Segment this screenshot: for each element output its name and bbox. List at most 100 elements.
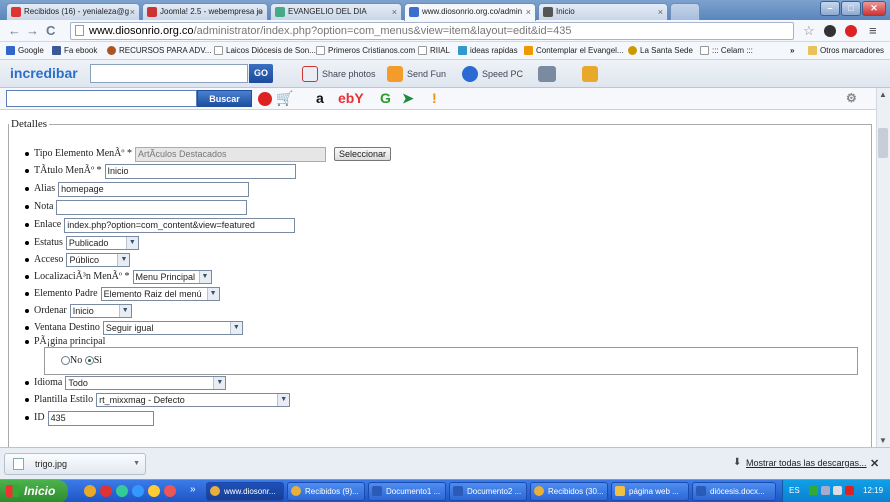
maximize-button[interactable]: □ <box>841 1 861 16</box>
scroll-up-icon[interactable]: ▲ <box>879 90 887 99</box>
alert-icon[interactable]: ! <box>432 91 437 106</box>
extension-icon[interactable] <box>845 25 857 37</box>
bookmarks-more[interactable]: » <box>790 42 794 59</box>
new-tab-button[interactable] <box>670 3 700 20</box>
task-pagina-web[interactable]: página web ... <box>611 482 689 501</box>
share-photos-button[interactable]: Share photos <box>302 66 376 82</box>
ordenar-select[interactable]: Inicio ▼ <box>69 304 132 318</box>
tray-icon[interactable] <box>845 486 854 495</box>
plantilla-select[interactable]: rt_mixxmag - Defecto ▼ <box>96 393 291 407</box>
localizacion-select[interactable]: Menu Principal ▼ <box>132 270 212 284</box>
bookmark-santa-sede[interactable]: La Santa Sede <box>628 42 693 59</box>
task-diocesis-docx[interactable]: diócesis.docx... <box>692 482 776 501</box>
google-icon[interactable]: G <box>380 91 391 106</box>
tab-joomla[interactable]: Joomla! 2.5 - webempresa jo × <box>142 3 268 20</box>
address-bar[interactable]: www.diosonrio.org.co/administrator/index… <box>70 22 794 40</box>
tray-icon[interactable] <box>809 486 818 495</box>
close-icon[interactable]: × <box>526 4 531 20</box>
tab-evangelio[interactable]: EVANGELIO DEL DIA × <box>270 3 402 20</box>
close-icon[interactable]: × <box>658 4 663 20</box>
bookmark-riial[interactable]: RIIAL <box>418 42 450 59</box>
task-documento1[interactable]: Documento1 ... <box>368 482 446 501</box>
tray-icon[interactable] <box>821 486 830 495</box>
minimize-button[interactable]: – <box>820 1 840 16</box>
close-icon[interactable]: × <box>130 4 135 20</box>
task-documento2[interactable]: Documento2 ... <box>449 482 527 501</box>
radio-si[interactable] <box>84 356 94 366</box>
enlace-input[interactable]: index.php?option=com_content&view=featur… <box>64 218 296 233</box>
quicklaunch-icon[interactable] <box>100 485 112 497</box>
ordenar-label: Ordenar <box>34 305 67 316</box>
bookmarks-bar: Google Fa ebook RECURSOS PARA ADV... Lai… <box>0 42 890 60</box>
ebay-icon[interactable]: ebY <box>338 91 364 106</box>
close-icon[interactable]: × <box>392 4 397 20</box>
contemplar-icon <box>524 46 533 55</box>
bookmark-contemplar[interactable]: Contemplar el Evangel... <box>524 42 624 59</box>
quicklaunch-icon[interactable] <box>132 485 144 497</box>
acceso-select[interactable]: Público ▼ <box>66 253 131 267</box>
close-icon[interactable]: × <box>258 4 263 20</box>
ask-icon[interactable] <box>258 92 272 106</box>
scroll-down-icon[interactable]: ▼ <box>879 436 887 445</box>
task-recibidos-9[interactable]: Recibidos (9)... <box>287 482 365 501</box>
bookmark-recursos[interactable]: RECURSOS PARA ADV... <box>107 42 211 59</box>
ventana-select[interactable]: Seguir igual ▼ <box>102 321 243 335</box>
incredibar-go-button[interactable]: GO <box>249 64 273 83</box>
bookmark-google[interactable]: Google <box>6 42 44 59</box>
bookmark-celam[interactable]: ::: Celam ::: <box>700 42 753 59</box>
amazon-icon[interactable]: a <box>316 91 324 106</box>
close-window-button[interactable]: ✕ <box>862 1 886 16</box>
arrow-icon[interactable]: ➤ <box>402 91 414 106</box>
incredibar-search-input[interactable] <box>90 64 248 83</box>
estatus-select[interactable]: Publicado ▼ <box>65 236 139 250</box>
padre-select[interactable]: Elemento Raiz del menú ▼ <box>100 287 220 301</box>
quicklaunch-icon[interactable] <box>84 485 96 497</box>
download-item[interactable]: trigo.jpg ▼ <box>4 453 146 475</box>
menu-icon[interactable]: ≡ <box>869 23 877 38</box>
cube-button[interactable] <box>582 66 598 82</box>
other-bookmarks[interactable]: Otros marcadores <box>808 42 884 59</box>
tray-icon[interactable] <box>833 486 842 495</box>
search-button[interactable]: Buscar <box>197 90 252 107</box>
task-recibidos-30[interactable]: Recibidos (30... <box>530 482 608 501</box>
reload-icon[interactable]: C <box>46 23 55 38</box>
tab-recibidos[interactable]: Recibidos (16) - yenialeza@g × <box>6 3 140 20</box>
idioma-select[interactable]: Todo ▼ <box>65 376 227 390</box>
radio-no[interactable] <box>61 356 70 366</box>
bookmark-primeros[interactable]: Primeros Cristianos.com <box>316 42 415 59</box>
bookmark-ideas[interactable]: ideas rapidas <box>458 42 518 59</box>
chevron-down-icon[interactable]: ▼ <box>133 454 140 474</box>
game-button[interactable] <box>538 66 556 82</box>
incredibar-toolbar: incredibar GO Share photos Send Fun Spee… <box>0 60 890 88</box>
star-icon[interactable]: ☆ <box>803 23 815 38</box>
row-ordenar: Ordenar Inicio ▼ <box>25 302 132 320</box>
seleccionar-button[interactable]: Seleccionar <box>334 147 392 161</box>
bookmark-facebook[interactable]: Fa ebook <box>52 42 97 59</box>
settings-icon[interactable]: ⚙ <box>846 91 857 106</box>
incredibar-logo: incredibar <box>10 65 78 81</box>
alias-input[interactable]: homepage <box>58 182 250 197</box>
tab-diosonrio[interactable]: www.diosonrio.org.co/admin × <box>404 3 536 21</box>
search-input[interactable] <box>6 90 197 107</box>
send-fun-button[interactable]: Send Fun <box>387 66 446 82</box>
show-all-downloads-link[interactable]: Mostrar todas las descargas... <box>746 458 867 468</box>
scrollbar-thumb[interactable] <box>878 128 888 158</box>
close-shelf-button[interactable]: ✕ <box>870 457 879 470</box>
tab-inicio[interactable]: Inicio × <box>538 3 668 20</box>
extension-icon[interactable] <box>824 25 836 37</box>
task-chrome[interactable]: www.diosonr... <box>206 482 284 501</box>
quicklaunch-icon[interactable] <box>164 485 176 497</box>
titulo-input[interactable]: Inicio <box>104 164 296 179</box>
quicklaunch-icon[interactable] <box>148 485 160 497</box>
nota-input[interactable] <box>56 200 248 215</box>
row-idioma: Idioma Todo ▼ <box>25 374 227 392</box>
start-button[interactable]: Inicio <box>0 480 68 502</box>
forward-icon[interactable]: → <box>26 23 39 38</box>
quicklaunch-more-icon[interactable]: » <box>190 484 196 495</box>
cart-icon[interactable]: 🛒 <box>276 91 293 106</box>
language-indicator[interactable]: ES <box>789 480 800 502</box>
quicklaunch-icon[interactable] <box>116 485 128 497</box>
speed-pc-button[interactable]: Speed PC <box>462 66 523 82</box>
bookmark-laicos[interactable]: Laicos Diócesis de Son... <box>214 42 316 59</box>
back-icon[interactable]: ← <box>8 23 21 38</box>
